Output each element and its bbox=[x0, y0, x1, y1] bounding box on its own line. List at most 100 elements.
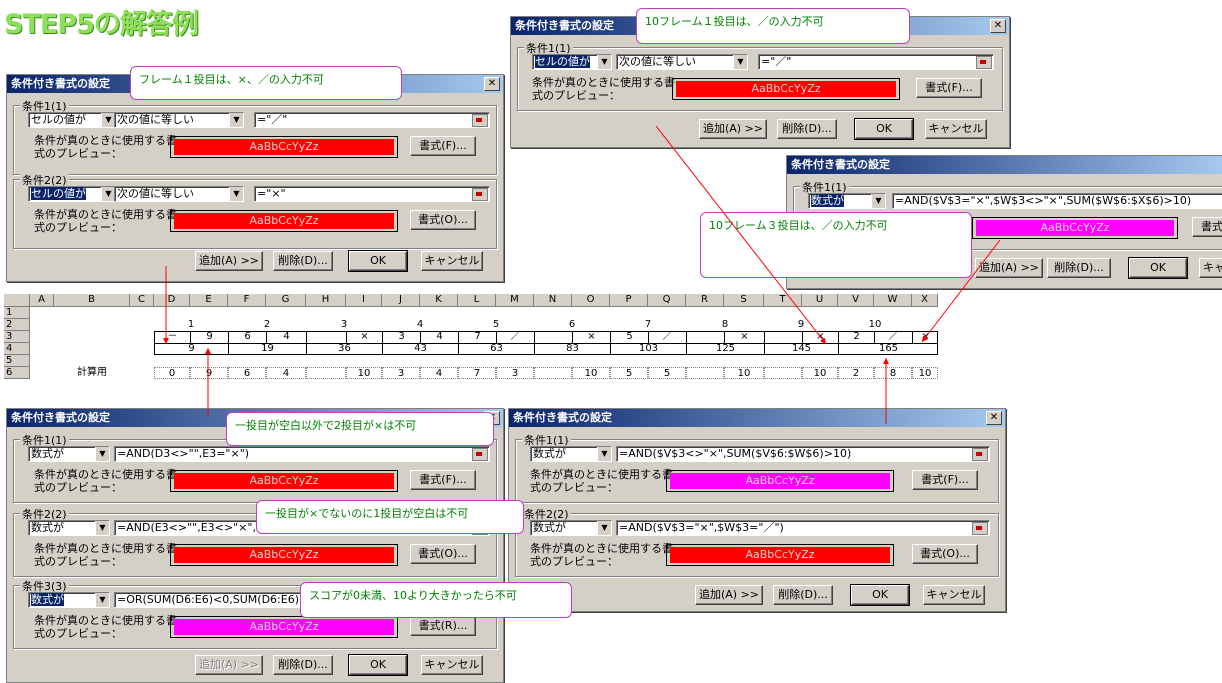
condition-1-operator-select[interactable]: 次の値に等しい ▼ bbox=[616, 54, 748, 70]
calc-cell bbox=[306, 367, 346, 379]
condition-1-formula-input[interactable]: ="／" bbox=[758, 54, 994, 70]
calc-cell: 10 bbox=[346, 367, 382, 379]
ok-button[interactable]: OK bbox=[854, 118, 914, 140]
add-button[interactable]: 追加(A) >> bbox=[195, 655, 263, 675]
row-header: 3 bbox=[4, 331, 30, 343]
cancel-button[interactable]: キャンセル bbox=[421, 655, 483, 675]
add-button[interactable]: 追加(A) >> bbox=[695, 585, 763, 605]
select-value: セルの値が bbox=[31, 187, 86, 200]
range-select-icon[interactable] bbox=[472, 448, 488, 461]
ok-button[interactable]: OK bbox=[348, 250, 408, 272]
condition-1-type-select[interactable]: セルの値が ▼ bbox=[28, 112, 116, 128]
ok-button[interactable]: OK bbox=[1128, 257, 1188, 279]
delete-button[interactable]: 削除(D)... bbox=[777, 119, 837, 139]
condition-1-operator-select[interactable]: 次の値に等しい ▼ bbox=[114, 112, 244, 128]
close-icon[interactable]: ✕ bbox=[484, 77, 500, 91]
column-header: U bbox=[802, 294, 838, 307]
condition-2-type-select[interactable]: 数式が ▼ bbox=[530, 520, 612, 536]
ok-button[interactable]: OK bbox=[348, 654, 408, 676]
dialog-title: 条件付き書式の設定 bbox=[515, 19, 614, 32]
condition-2-operator-select[interactable]: 次の値に等しい ▼ bbox=[114, 186, 244, 202]
condition-2-group: 条件2(2) セルの値が ▼ 次の値に等しい ▼ ="×" 条件が真のときに使用する… bbox=[13, 172, 497, 249]
condition-2-formula-input[interactable]: =AND($V$3="×",$W$3="／") bbox=[616, 520, 990, 536]
delete-button[interactable]: 削除(D)... bbox=[773, 585, 833, 605]
format-button[interactable]: 書式(O)... bbox=[410, 544, 476, 564]
formula-text: =AND($V$3="×",$W$3<>"×",SUM($W$6:$X$6)>1… bbox=[895, 194, 1192, 207]
delete-button[interactable]: 削除(D)... bbox=[273, 251, 333, 271]
chevron-down-icon: ▼ bbox=[597, 55, 611, 69]
calc-cell: 10 bbox=[912, 367, 938, 379]
calc-cell: 4 bbox=[420, 367, 458, 379]
delete-button[interactable]: 削除(D)... bbox=[273, 655, 333, 675]
cancel-button[interactable]: キャンセル bbox=[421, 251, 483, 271]
chevron-down-icon: ▼ bbox=[229, 187, 243, 201]
chevron-down-icon: ▼ bbox=[101, 187, 115, 201]
select-value: セルの値が bbox=[535, 55, 590, 68]
condition-1-formula-input[interactable]: =AND(D3<>"",E3="×") bbox=[114, 446, 490, 462]
preview-sample: AaBbCcYyZz bbox=[670, 547, 890, 563]
select-value: 数式が bbox=[31, 447, 64, 460]
calc-cell: 5 bbox=[610, 367, 648, 379]
calc-cell: 4 bbox=[266, 367, 306, 379]
close-icon[interactable]: ✕ bbox=[986, 411, 1002, 425]
chevron-down-icon: ▼ bbox=[95, 593, 109, 607]
range-select-icon[interactable] bbox=[972, 522, 988, 535]
condition-1-type-select[interactable]: 数式が ▼ bbox=[808, 193, 886, 209]
add-button[interactable]: 追加(A) >> bbox=[699, 119, 767, 139]
add-button[interactable]: 追加(A) >> bbox=[195, 251, 263, 271]
condition-2-type-select[interactable]: セルの値が ▼ bbox=[28, 186, 116, 202]
condition-2-formula-input[interactable]: ="×" bbox=[254, 186, 490, 202]
condition-1-formula-input[interactable]: ="／" bbox=[254, 112, 490, 128]
ok-button[interactable]: OK bbox=[850, 584, 910, 606]
format-button[interactable]: 書式(F)... bbox=[410, 470, 476, 490]
delete-button[interactable]: 削除(D)... bbox=[1047, 258, 1111, 278]
range-select-icon[interactable] bbox=[472, 188, 488, 201]
condition-1-type-select[interactable]: セルの値が ▼ bbox=[532, 54, 612, 70]
select-value: 数式が bbox=[533, 521, 566, 534]
preview-label: 条件が真のときに使用する書 式のプレビュー： bbox=[34, 614, 177, 640]
cancel-button[interactable]: キャンセル bbox=[923, 585, 985, 605]
select-value: 次の値に等しい bbox=[117, 187, 194, 200]
note-score-range: スコアが0未満、10より大きかったら不可 bbox=[300, 582, 572, 618]
preview-label: 条件が真のときに使用する書 式のプレビュー： bbox=[530, 542, 673, 568]
formula-text: =OR(SUM(D6:E6)<0,SUM(D6:E6)>10) bbox=[117, 593, 327, 606]
format-button[interactable]: 書式(F)... bbox=[912, 470, 978, 490]
dialog-title: 条件付き書式の設定 bbox=[513, 411, 612, 424]
condition-2-type-select[interactable]: 数式が ▼ bbox=[28, 520, 110, 536]
format-button[interactable]: 書式 bbox=[1192, 217, 1222, 237]
cancel-button[interactable]: キャ bbox=[1199, 258, 1222, 278]
condition-1-type-select[interactable]: 数式が ▼ bbox=[28, 446, 110, 462]
range-select-icon[interactable] bbox=[976, 56, 992, 69]
row-header: 1 bbox=[4, 307, 30, 319]
close-icon[interactable]: ✕ bbox=[990, 19, 1006, 33]
format-button[interactable]: 書式(O)... bbox=[912, 544, 978, 564]
calc-cell: 3 bbox=[496, 367, 534, 379]
preview-sample: AaBbCcYyZz bbox=[976, 220, 1174, 236]
calc-cell: 7 bbox=[458, 367, 496, 379]
preview-label-line2: 式のプレビュー： bbox=[530, 555, 618, 568]
frame-number: 3 bbox=[340, 319, 348, 330]
cancel-button[interactable]: キャンセル bbox=[925, 119, 987, 139]
conditional-format-dialog-frame1: 条件付き書式の設定 ✕ 条件1(1) セルの値が ▼ 次の値に等しい ▼ ="／" 条… bbox=[6, 74, 504, 282]
format-button[interactable]: 書式(F)... bbox=[410, 136, 476, 156]
condition-1-type-select[interactable]: 数式が ▼ bbox=[530, 446, 612, 462]
format-preview: AaBbCcYyZz bbox=[666, 544, 894, 566]
format-preview: AaBbCcYyZz bbox=[170, 210, 398, 232]
formula-text: =AND($V$3<>"×",SUM($V$6:$W$6)>10) bbox=[619, 447, 852, 460]
range-select-icon[interactable] bbox=[972, 448, 988, 461]
preview-sample: AaBbCcYyZz bbox=[174, 547, 394, 563]
spreadsheet: ABCDEFGHIJKLMNOPQRSTUVWX1234561234567891… bbox=[4, 294, 938, 398]
condition-3-type-select[interactable]: 数式が ▼ bbox=[28, 592, 110, 608]
frame-number: 4 bbox=[416, 319, 424, 330]
conditional-format-dialog-frame10-second: 条件付き書式の設定 ✕ 条件1(1) 数式が ▼ =AND($V$3<>"×",SU… bbox=[508, 408, 1006, 612]
format-button[interactable]: 書式(R)... bbox=[410, 616, 476, 636]
column-header: F bbox=[228, 294, 266, 307]
condition-1-formula-input[interactable]: =AND($V$3<>"×",SUM($V$6:$W$6)>10) bbox=[616, 446, 990, 462]
add-button[interactable]: 追加(A) >> bbox=[975, 258, 1043, 278]
range-select-icon[interactable] bbox=[472, 114, 488, 127]
condition-1-formula-input[interactable]: =AND($V$3="×",$W$3<>"×",SUM($W$6:$X$6)>1… bbox=[892, 193, 1222, 209]
column-header: J bbox=[382, 294, 420, 307]
preview-sample: AaBbCcYyZz bbox=[174, 473, 394, 489]
format-button[interactable]: 書式(F)... bbox=[916, 78, 982, 98]
format-button[interactable]: 書式(O)... bbox=[410, 210, 476, 230]
